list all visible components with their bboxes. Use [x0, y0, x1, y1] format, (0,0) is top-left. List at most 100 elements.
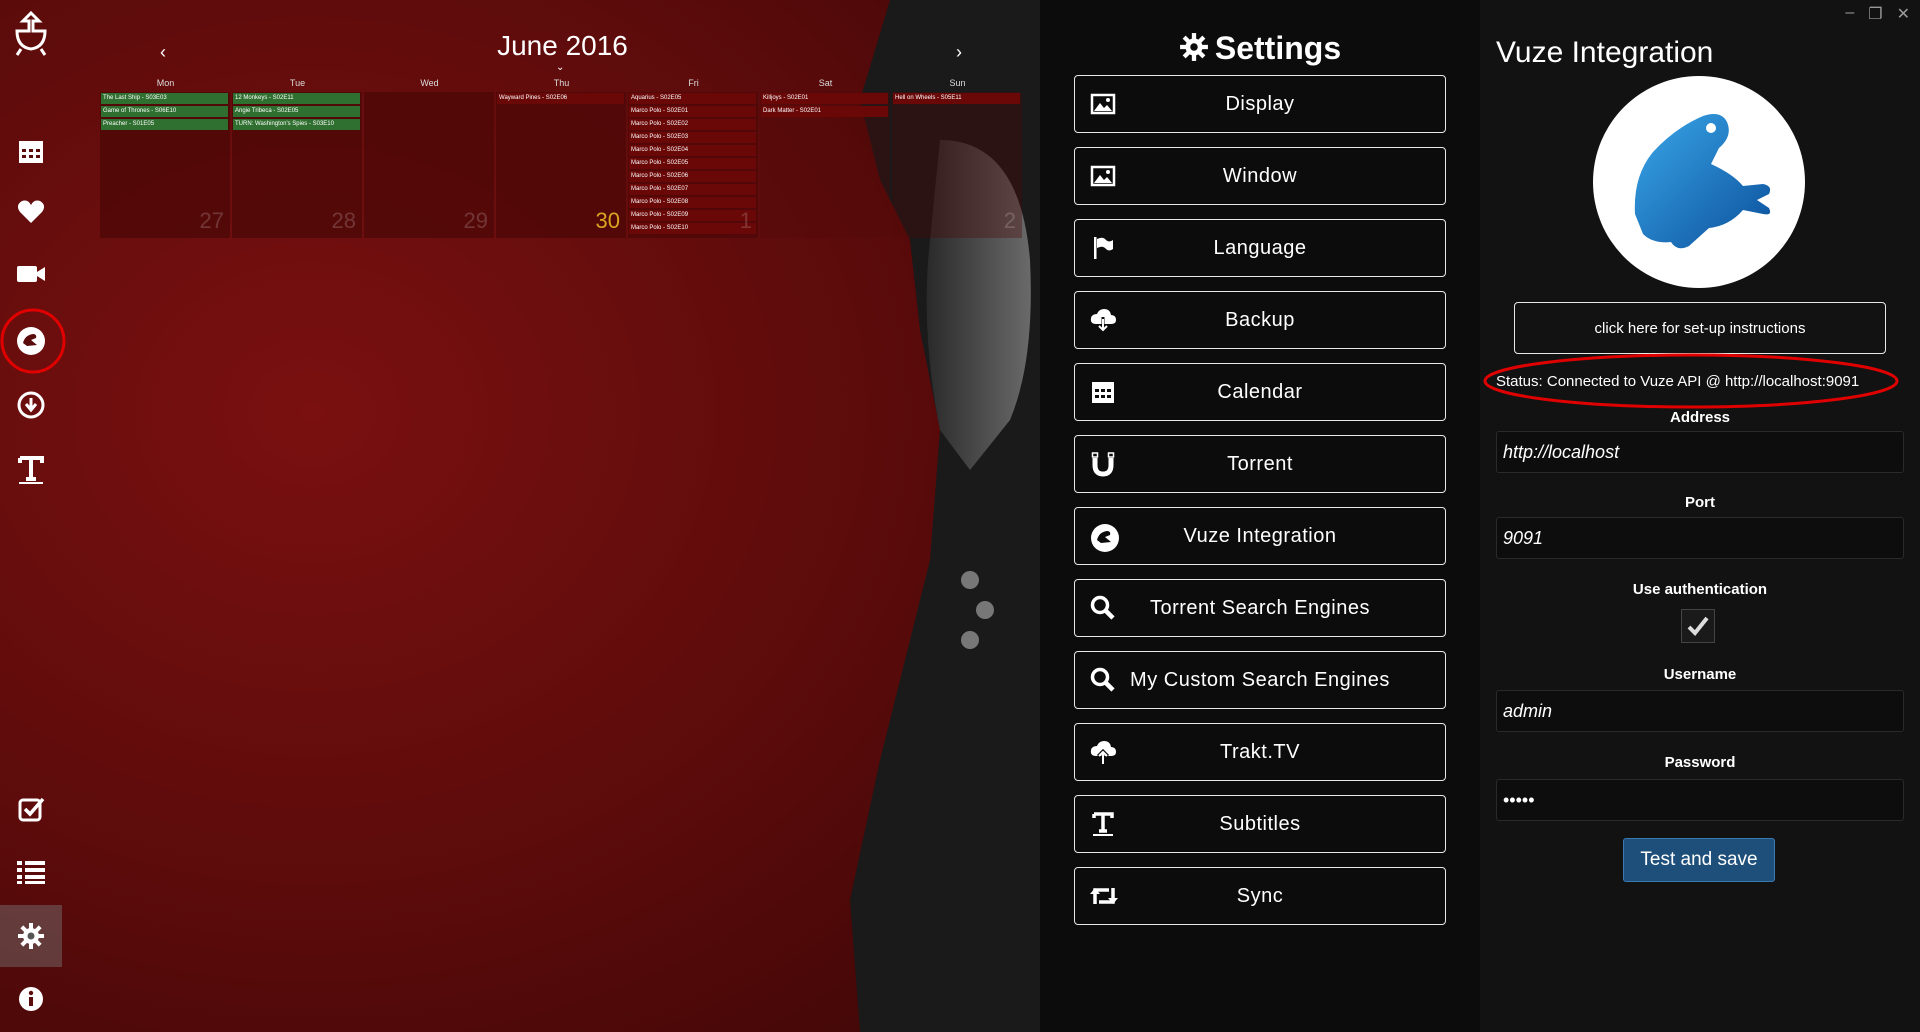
settings-item-label: Sync	[1236, 884, 1284, 907]
calendar-icon[interactable]	[0, 120, 62, 182]
day-cell[interactable]: 12 Monkeys - S02E11 Angie Tribeca - S02E0…	[232, 92, 362, 238]
info-icon[interactable]	[0, 968, 62, 1030]
calendar-event[interactable]: Marco Polo - S02E07	[629, 184, 756, 195]
settings-item-label: Language	[1213, 236, 1307, 259]
annotation-circle-sidebar	[0, 308, 66, 374]
day-cell[interactable]: Hell on Wheels - S05E11 2	[892, 92, 1022, 238]
calendar-icon	[1089, 378, 1117, 406]
settings-language-button[interactable]: Language	[1074, 219, 1446, 277]
calendar-event[interactable]: TURN: Washington's Spies - S03E10	[233, 119, 360, 130]
checklist-icon[interactable]	[0, 778, 62, 840]
day-header: Tue	[289, 78, 306, 88]
settings-item-label: Calendar	[1217, 380, 1303, 403]
day-number: 29	[463, 208, 488, 233]
day-cell[interactable]: 29	[364, 92, 494, 238]
setup-instructions-button[interactable]: click here for set-up instructions	[1514, 302, 1886, 354]
calendar-event[interactable]: Marco Polo - S02E02	[629, 119, 756, 130]
calendar-event[interactable]: Marco Polo - S02E09	[629, 210, 756, 221]
day-number: 30	[595, 208, 620, 233]
download-icon[interactable]	[0, 374, 62, 436]
settings-torrent-button[interactable]: Torrent	[1074, 435, 1446, 493]
settings-sync-button[interactable]: Sync	[1074, 867, 1446, 925]
calendar-event[interactable]: Preacher - S01E05	[101, 119, 228, 130]
calendar-event[interactable]: Killjoys - S02E01	[761, 93, 888, 104]
subtitles-icon[interactable]	[0, 439, 62, 501]
day-header: Fri	[688, 78, 699, 88]
chevron-down-icon[interactable]: ⌄	[556, 62, 564, 73]
image-icon	[1089, 162, 1117, 190]
cloud-upload-icon	[1089, 738, 1117, 766]
calendar-next-button[interactable]: ›	[956, 42, 962, 63]
calendar-event[interactable]: Marco Polo - S02E06	[629, 171, 756, 182]
calendar-event[interactable]: Marco Polo - S02E10	[629, 223, 756, 234]
password-label: Password	[1664, 754, 1736, 771]
password-field[interactable]	[1496, 779, 1904, 821]
gear-icon[interactable]	[0, 905, 62, 967]
settings-item-label: My Custom Search Engines	[1130, 668, 1390, 691]
calendar-event[interactable]: Aquarius - S02E05	[629, 93, 756, 104]
image-icon	[1089, 90, 1117, 118]
calendar-event[interactable]: Marco Polo - S02E03	[629, 132, 756, 143]
settings-item-label: Display	[1225, 92, 1295, 115]
calendar-event[interactable]: Game of Thrones - S06E10	[101, 106, 228, 117]
search-icon	[1089, 666, 1117, 694]
calendar-event[interactable]: Angie Tribeca - S02E05	[233, 106, 360, 117]
settings-trakt-tv-button[interactable]: Trakt.TV	[1074, 723, 1446, 781]
heart-icon[interactable]	[0, 181, 62, 243]
settings-window-button[interactable]: Window	[1074, 147, 1446, 205]
use-authentication-checkbox[interactable]	[1681, 609, 1715, 643]
day-header: Sat	[818, 78, 833, 88]
close-icon[interactable]: ✕	[1897, 4, 1910, 24]
window-controls: ‒ ❐ ✕	[1845, 4, 1910, 24]
checkmark-icon	[1687, 616, 1709, 636]
day-header: Wed	[420, 78, 439, 88]
calendar-event[interactable]: Marco Polo - S02E01	[629, 106, 756, 117]
day-cell[interactable]: The Last Ship - S03E03 Game of Thrones - …	[100, 92, 230, 238]
minimize-icon[interactable]: ‒	[1845, 4, 1854, 24]
use-authentication-label: Use authentication	[1632, 581, 1768, 598]
settings-backup-button[interactable]: Backup	[1074, 291, 1446, 349]
settings-calendar-button[interactable]: Calendar	[1074, 363, 1446, 421]
settings-item-label: Trakt.TV	[1220, 740, 1300, 763]
settings-torrent-search-engines-button[interactable]: Torrent Search Engines	[1074, 579, 1446, 637]
day-number: 27	[199, 208, 224, 233]
video-icon[interactable]	[0, 243, 62, 305]
test-and-save-button[interactable]: Test and save	[1623, 838, 1775, 882]
settings-my-custom-search-engines-button[interactable]: My Custom Search Engines	[1074, 651, 1446, 709]
annotation-circle-status	[1483, 353, 1899, 409]
calendar-event[interactable]: Wayward Pines - S02E06	[497, 93, 624, 104]
calendar-event[interactable]: The Last Ship - S03E03	[101, 93, 228, 104]
settings-title-text: Settings	[1214, 30, 1342, 66]
day-cell[interactable]: Aquarius - S02E05 Marco Polo - S02E01 Marc…	[628, 92, 758, 238]
calendar-event[interactable]: Marco Polo - S02E08	[629, 197, 756, 208]
settings-panel: Settings Display Window Language Backup Cale…	[1040, 0, 1480, 1032]
day-number: 28	[331, 208, 356, 233]
calendar-event[interactable]: Hell on Wheels - S05E11	[893, 93, 1020, 104]
restore-icon[interactable]: ❐	[1868, 4, 1882, 24]
settings-item-label: Torrent Search Engines	[1149, 596, 1370, 619]
app-logo-icon[interactable]	[0, 2, 62, 64]
vuze-icon	[1089, 522, 1119, 552]
port-label: Port	[1685, 494, 1715, 511]
list-icon[interactable]	[0, 841, 62, 903]
panel-title: Vuze Integration	[1496, 36, 1714, 69]
address-label: Address	[1669, 409, 1731, 426]
vuze-logo	[1593, 76, 1805, 288]
calendar-event[interactable]: Dark Matter - S02E01	[761, 106, 888, 117]
settings-subtitles-button[interactable]: Subtitles	[1074, 795, 1446, 853]
username-field[interactable]	[1496, 690, 1904, 732]
settings-vuze-integration-button[interactable]: Vuze Integration	[1074, 507, 1446, 565]
address-field[interactable]	[1496, 431, 1904, 473]
day-cell[interactable]: Killjoys - S02E01 Dark Matter - S02E01	[760, 92, 890, 238]
settings-display-button[interactable]: Display	[1074, 75, 1446, 133]
port-field[interactable]	[1496, 517, 1904, 559]
cloud-download-icon	[1089, 306, 1117, 334]
day-number: 1	[739, 208, 752, 233]
calendar-event[interactable]: 12 Monkeys - S02E11	[233, 93, 360, 104]
retweet-icon	[1089, 882, 1118, 910]
settings-item-label: Window	[1222, 164, 1298, 187]
calendar-event[interactable]: Marco Polo - S02E05	[629, 158, 756, 169]
day-cell[interactable]: Wayward Pines - S02E06 30	[496, 92, 626, 238]
calendar-event[interactable]: Marco Polo - S02E04	[629, 145, 756, 156]
calendar-month-title[interactable]: June 2016	[100, 30, 1025, 62]
